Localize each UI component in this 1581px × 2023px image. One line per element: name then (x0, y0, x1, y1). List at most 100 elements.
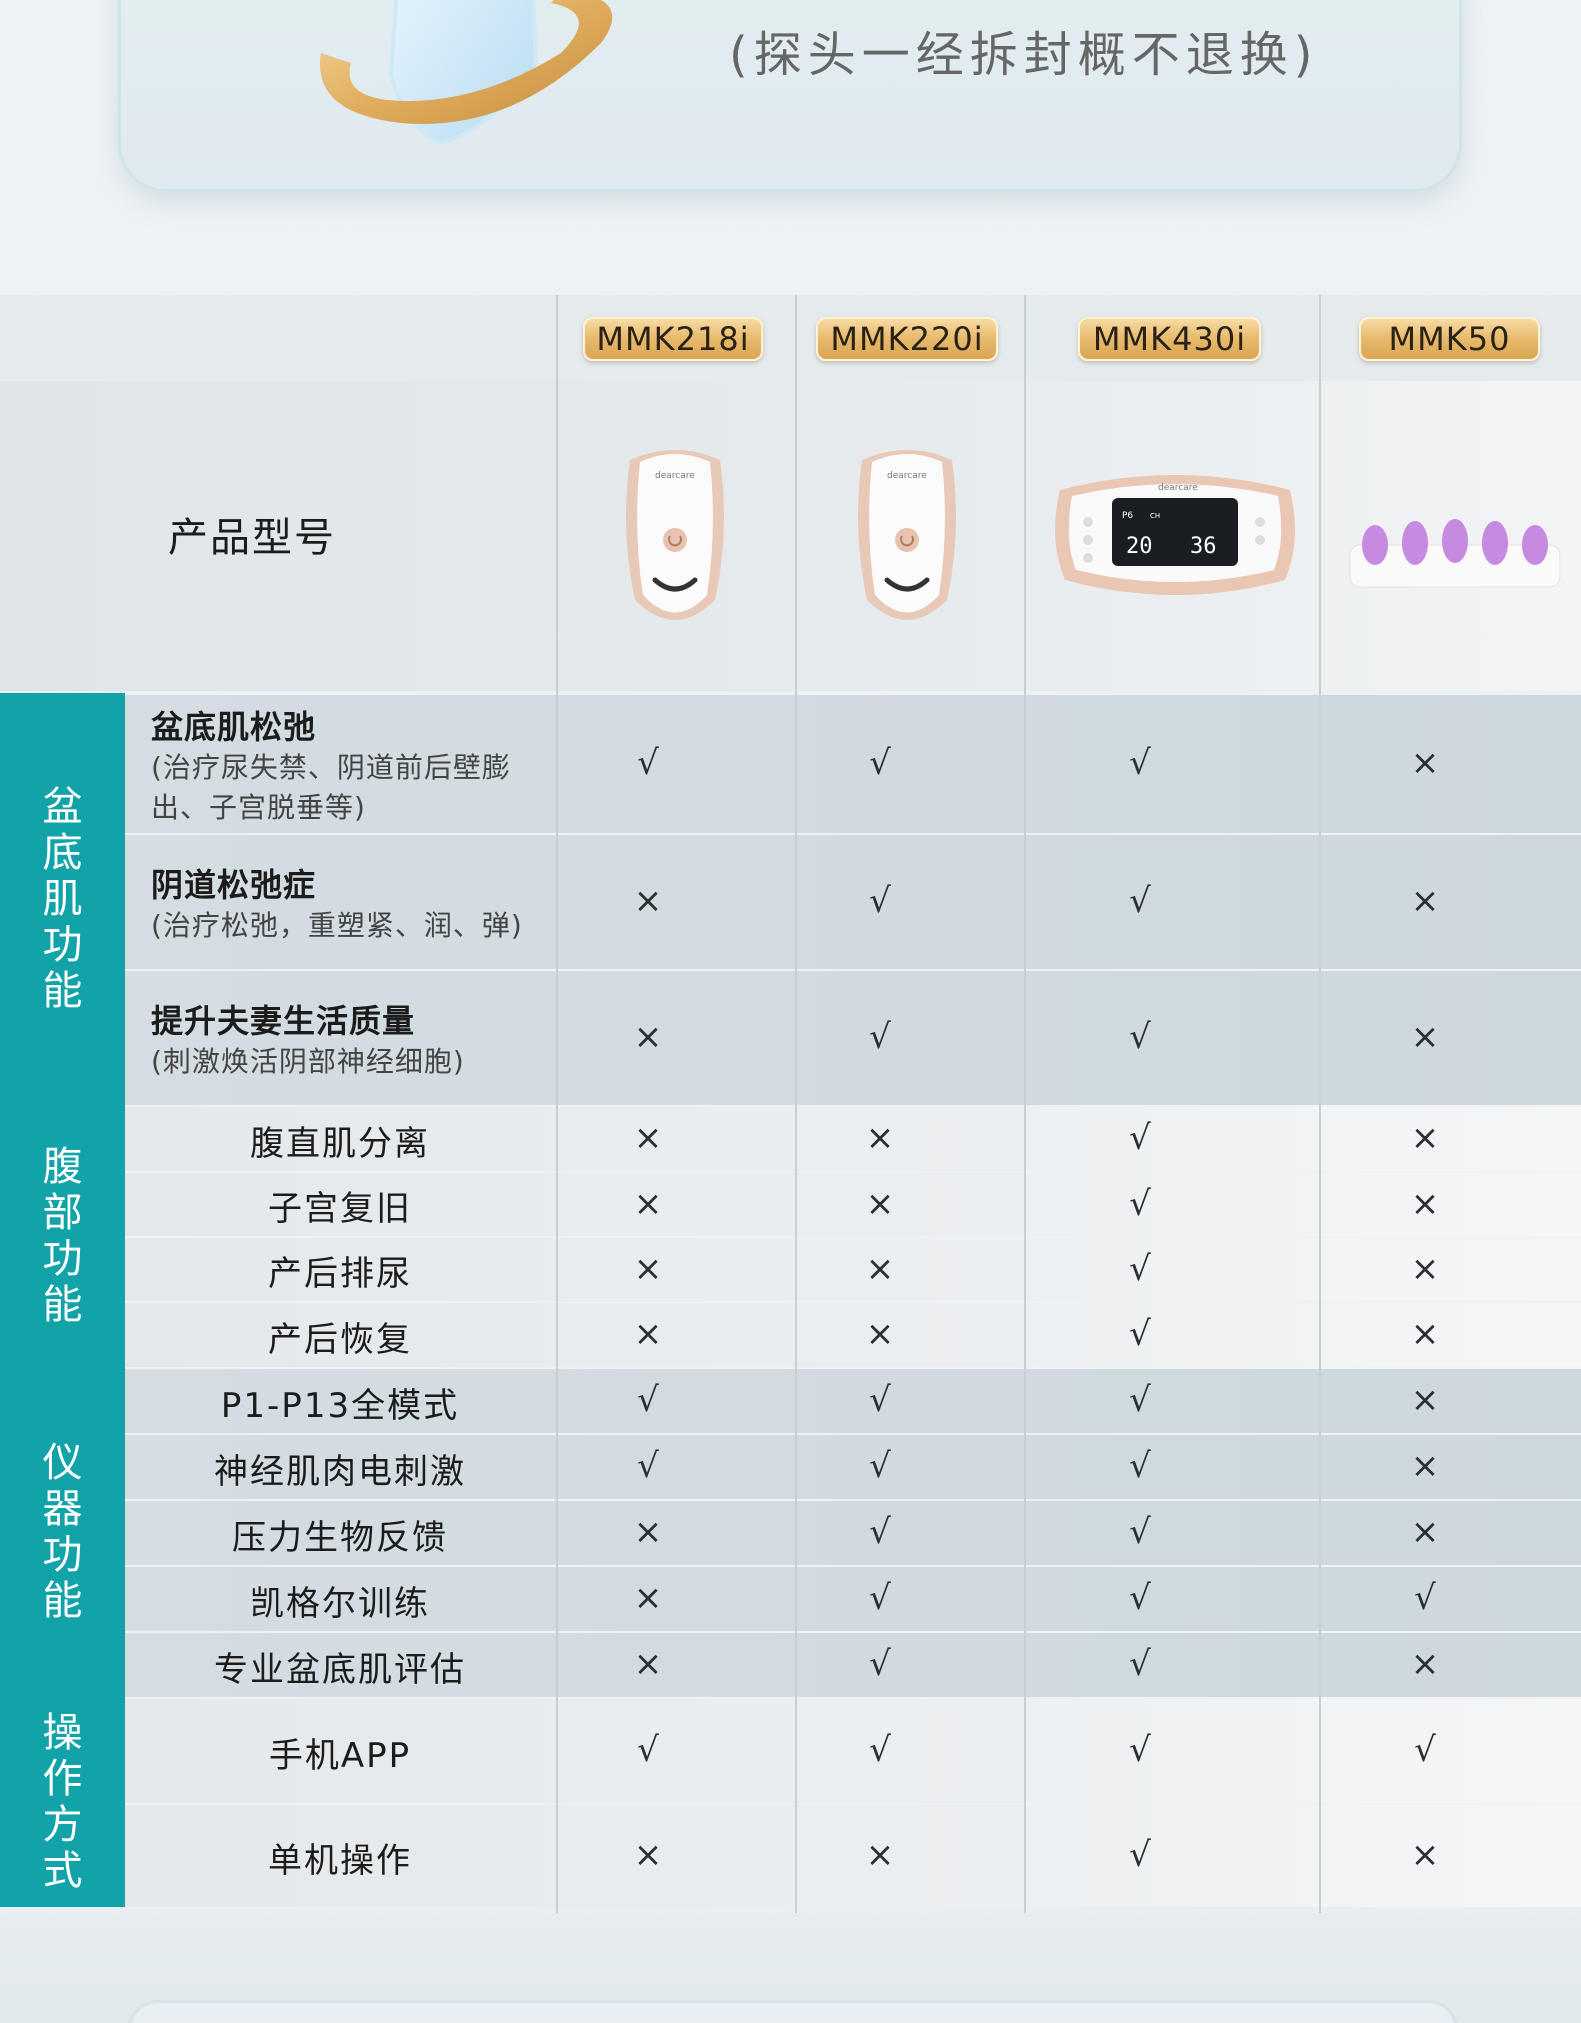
table-row: 产后排尿 × × √ × (125, 1236, 1581, 1301)
cross-mark: × (633, 1835, 663, 1875)
cross-mark: × (865, 1118, 895, 1158)
cross-mark: × (1410, 1314, 1440, 1354)
feature-name: 产后恢复 (125, 1303, 555, 1369)
feature-name: 腹直肌分离 (125, 1107, 555, 1173)
cross-mark: × (865, 1314, 895, 1354)
bottom-card (128, 2000, 1458, 2023)
check-mark: √ (1414, 1730, 1436, 1770)
feature-name: 阴道松弛症 (治疗松弛，重塑紧、润、弹) (125, 835, 555, 971)
check-mark: √ (869, 1578, 891, 1618)
feature-name: 盆底肌松弛 (治疗尿失禁、阴道前后壁膨出、子宫脱垂等) (125, 695, 555, 835)
category-label: 腹部功能 (0, 1105, 125, 1367)
category-label: 盆底肌功能 (0, 693, 125, 1105)
feature-title: 单机操作 (268, 1840, 412, 1881)
cross-mark: × (633, 1017, 663, 1057)
model-badge-mmk50: MMK50 (1359, 317, 1540, 361)
cross-mark: × (1410, 1835, 1440, 1875)
feature-name: 提升夫妻生活质量 (刺激焕活阴部神经细胞) (125, 971, 555, 1107)
check-mark: √ (869, 1017, 891, 1057)
cross-mark: × (1410, 1017, 1440, 1057)
svg-text:36: 36 (1190, 534, 1217, 559)
svg-text:P6: P6 (1122, 511, 1133, 521)
cross-mark: × (633, 1118, 663, 1158)
feature-description: (刺激焕活阴部神经细胞) (151, 1045, 465, 1078)
check-mark: √ (1129, 1644, 1151, 1684)
device-mmk430i-image: dearcare P6 CH 20 36 (1055, 475, 1295, 595)
column-divider (795, 295, 797, 1913)
feature-title: 产后恢复 (268, 1319, 412, 1360)
check-mark: √ (1129, 743, 1151, 783)
cross-mark: × (633, 1644, 663, 1684)
device-mmk50-image (1349, 519, 1561, 588)
model-badge-mmk430i: MMK430i (1078, 317, 1261, 361)
check-mark: √ (1129, 1730, 1151, 1770)
table-row: 专业盆底肌评估 × √ √ × (125, 1631, 1581, 1697)
table-row: 子宫复旧 × × √ × (125, 1171, 1581, 1236)
model-row-label: 产品型号 (168, 515, 336, 561)
cross-mark: × (633, 1248, 663, 1289)
feature-title: 盆底肌松弛 (151, 708, 317, 746)
column-divider (1024, 295, 1026, 1913)
feature-title: 子宫复旧 (268, 1189, 412, 1229)
table-row: 压力生物反馈 × √ √ × (125, 1499, 1581, 1565)
feature-title: 神经肌肉电刺激 (214, 1451, 466, 1492)
check-mark: √ (869, 1446, 891, 1486)
column-divider (556, 295, 558, 1913)
check-mark: √ (637, 1730, 659, 1770)
cross-mark: × (633, 1183, 663, 1224)
feature-name: 产后排尿 (125, 1238, 555, 1303)
cross-mark: × (865, 1248, 895, 1289)
shield-ring-icon (320, 0, 613, 146)
table-row: 单机操作 × × √ × (125, 1803, 1581, 1907)
feature-name: 凯格尔训练 (125, 1567, 555, 1633)
table-row: 提升夫妻生活质量 (刺激焕活阴部神经细胞) × √ √ × (125, 969, 1581, 1105)
cross-mark: × (633, 1512, 663, 1552)
feature-title: 专业盆底肌评估 (214, 1649, 466, 1690)
feature-title: 凯格尔训练 (250, 1583, 430, 1624)
feature-name: 手机APP (125, 1699, 555, 1805)
cross-mark: × (633, 881, 663, 921)
check-mark: √ (637, 743, 659, 783)
check-mark: √ (869, 1730, 891, 1770)
table-row: 盆底肌松弛 (治疗尿失禁、阴道前后壁膨出、子宫脱垂等) √ √ √ × (125, 693, 1581, 833)
check-mark: √ (869, 743, 891, 783)
model-badge-mmk220i: MMK220i (816, 317, 998, 361)
column-divider (1319, 295, 1321, 1913)
feature-description: (治疗松弛，重塑紧、润、弹) (151, 909, 523, 942)
check-mark: √ (1129, 1248, 1151, 1289)
device-brand-text: dearcare (887, 471, 927, 481)
device-brand-text: dearcare (1158, 483, 1198, 493)
category-label: 仪器功能 (0, 1367, 125, 1697)
category-label-text: 盆底肌功能 (42, 784, 83, 1014)
check-mark: √ (1129, 1512, 1151, 1552)
cross-mark: × (1410, 1446, 1440, 1486)
check-mark: √ (1129, 1380, 1151, 1420)
feature-description: (治疗尿失禁、阴道前后壁膨出、子宫脱垂等) (151, 751, 511, 824)
check-mark: √ (1129, 1446, 1151, 1486)
model-badge-mmk218i: MMK218i (583, 317, 763, 361)
feature-name: 压力生物反馈 (125, 1501, 555, 1567)
comparison-table: 盆底肌功能 盆底肌松弛 (治疗尿失禁、阴道前后壁膨出、子宫脱垂等) √ √ √ × 阴道松弛症… (0, 295, 1581, 1913)
feature-name: 单机操作 (125, 1805, 555, 1909)
check-mark: √ (1129, 1183, 1151, 1224)
feature-title: 手机APP (268, 1735, 412, 1776)
table-row: 产后恢复 × × √ × (125, 1301, 1581, 1367)
table-row: 手机APP √ √ √ √ (125, 1697, 1581, 1803)
check-mark: √ (1129, 1314, 1151, 1354)
cross-mark: × (1410, 1644, 1440, 1684)
feature-name: P1-P13全模式 (125, 1369, 555, 1435)
feature-title: 阴道松弛症 (151, 866, 317, 904)
feature-title: P1-P13全模式 (220, 1385, 460, 1426)
banner-subtitle: (探头一经拆封概不退换) (729, 27, 1319, 83)
cross-mark: × (865, 1183, 895, 1224)
table-row: 阴道松弛症 (治疗松弛，重塑紧、润、弹) × √ √ × (125, 833, 1581, 969)
feature-title: 提升夫妻生活质量 (151, 1002, 416, 1040)
check-mark: √ (869, 1380, 891, 1420)
check-mark: √ (869, 1512, 891, 1552)
table-row: P1-P13全模式 √ √ √ × (125, 1367, 1581, 1433)
table-row: 腹直肌分离 × × √ × (125, 1105, 1581, 1171)
check-mark: √ (1414, 1578, 1436, 1618)
cross-mark: × (865, 1835, 895, 1875)
device-mmk220i-image: dearcare (858, 450, 956, 620)
check-mark: √ (637, 1380, 659, 1420)
